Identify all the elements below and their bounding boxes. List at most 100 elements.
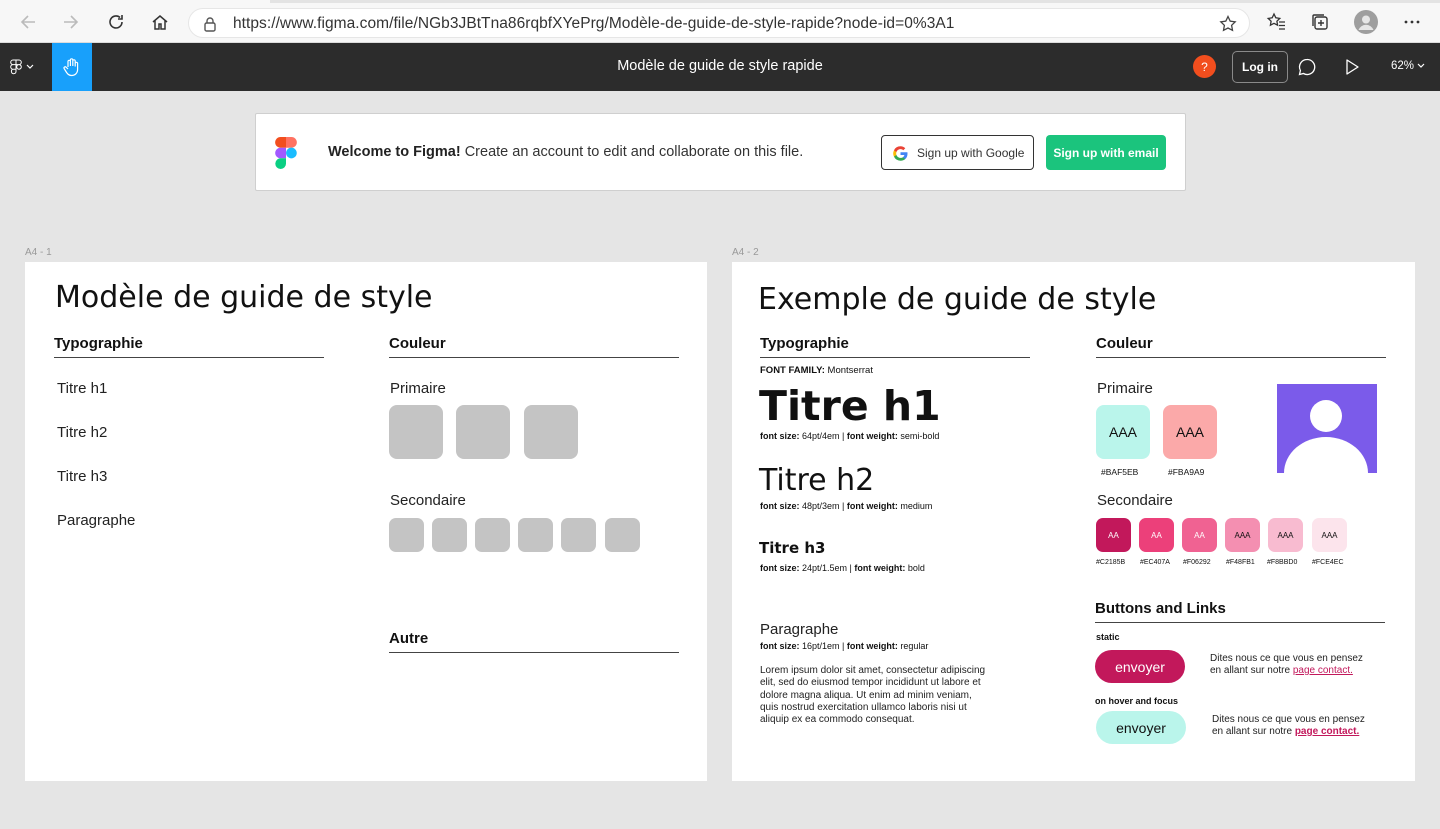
primary-swatch-placeholder <box>524 405 578 459</box>
avatar-icon <box>1354 10 1378 34</box>
hover-label: on hover and focus <box>1095 696 1179 706</box>
secondary-swatch: AA <box>1182 518 1217 552</box>
spec-value: 24pt/1.5em | <box>799 563 855 573</box>
h1-specs: font size: 64pt/4em | font weight: semi-… <box>760 431 939 441</box>
frame-a4-1[interactable]: Modèle de guide de style Typographie Tit… <box>25 262 707 781</box>
collections-button[interactable] <box>1307 9 1333 35</box>
swatch-hex: #EC407A <box>1140 559 1170 566</box>
sign-up-email-button[interactable]: Sign up with email <box>1046 135 1166 170</box>
spec-label: font size: <box>760 501 800 511</box>
spec-value: 16pt/1em | <box>799 641 847 651</box>
file-title: Modèle de guide de style rapide <box>617 58 823 74</box>
favorite-star-icon[interactable] <box>1219 15 1237 33</box>
frame-label-a4-1[interactable]: A4 - 1 <box>25 247 52 258</box>
arrow-left-icon <box>20 15 35 29</box>
secondary-swatch-placeholder <box>389 518 424 552</box>
spec-label: font weight: <box>846 501 898 511</box>
favorites-button[interactable] <box>1263 9 1289 35</box>
link-prefix: en allant sur notre <box>1210 665 1293 676</box>
sample-h1: Titre h1 <box>759 382 941 430</box>
avatar-placeholder <box>1277 384 1377 473</box>
address-bar[interactable]: https://www.figma.com/file/NGb3JBtTna86r… <box>188 8 1250 38</box>
hand-tool-button[interactable] <box>52 43 92 91</box>
frame-a4-2[interactable]: Exemple de guide de style Typographie FO… <box>732 262 1415 781</box>
static-label: static <box>1096 632 1120 642</box>
other-heading: Autre <box>389 630 429 647</box>
sample-link-text-hover: Dites nous ce que vous en pensez en alla… <box>1212 714 1365 738</box>
primary-swatch-placeholder <box>456 405 510 459</box>
swatch-hex: #F8BBD0 <box>1267 559 1298 566</box>
present-button[interactable] <box>1342 57 1362 82</box>
divider <box>54 357 324 358</box>
welcome-text: Create an account to edit and collaborat… <box>460 144 804 160</box>
swatch-hex: #FBA9A9 <box>1168 467 1205 477</box>
spec-value: regular <box>897 641 929 651</box>
divider <box>389 357 679 358</box>
hand-icon <box>63 58 79 77</box>
zoom-menu[interactable]: 62% <box>1391 60 1425 72</box>
lorem-line: dolore magna aliqua. Ut enim ad minim ve… <box>760 689 972 701</box>
home-icon <box>152 15 168 30</box>
link-line: Dites nous ce que vous en pensez <box>1212 714 1365 725</box>
link-line: en allant sur notre page contact. <box>1210 665 1363 677</box>
collections-icon <box>1312 14 1328 30</box>
type-item-h2: Titre h2 <box>57 424 108 441</box>
profile-button[interactable] <box>1353 9 1379 35</box>
forward-button[interactable] <box>58 9 84 35</box>
home-button[interactable] <box>147 9 173 35</box>
divider <box>1096 357 1386 358</box>
figma-logo-icon <box>10 59 22 75</box>
secondary-label: Secondaire <box>1097 492 1173 509</box>
lock-icon <box>204 17 216 32</box>
url-text: https://www.figma.com/file/NGb3JBtTna86r… <box>233 15 955 32</box>
figma-toolbar: Modèle de guide de style rapide ? Log in… <box>0 43 1440 91</box>
sample-button-hover[interactable]: envoyer <box>1096 711 1186 744</box>
type-item-paragraph: Paragraphe <box>57 512 136 529</box>
spec-label: font size: <box>760 563 800 573</box>
zoom-level: 62% <box>1391 60 1415 72</box>
more-horizontal-icon <box>1404 20 1420 24</box>
primary-swatch-placeholder <box>389 405 443 459</box>
swatch-hex: #FCE4EC <box>1312 559 1344 566</box>
sample-paragraph-heading: Paragraphe <box>760 621 839 638</box>
spec-label: font weight: <box>846 641 898 651</box>
sign-up-google-button[interactable]: Sign up with Google <box>881 135 1034 170</box>
comment-button[interactable] <box>1297 57 1317 82</box>
arrow-right-icon <box>64 15 79 29</box>
sample-button-static[interactable]: envoyer <box>1095 650 1185 683</box>
secondary-swatch-placeholder <box>605 518 640 552</box>
spec-value: medium <box>897 501 933 511</box>
active-tab[interactable] <box>0 0 270 3</box>
reload-icon <box>109 15 123 29</box>
primary-label: Primaire <box>390 380 446 397</box>
favorites-icon <box>1266 12 1285 30</box>
comment-icon <box>1298 58 1316 76</box>
spec-label: font size: <box>760 641 800 651</box>
swatch-hex: #C2185B <box>1096 559 1126 566</box>
help-button[interactable]: ? <box>1193 55 1216 78</box>
more-menu-button[interactable] <box>1399 9 1425 35</box>
typography-heading: Typographie <box>760 335 849 352</box>
main-menu-button[interactable] <box>10 58 42 76</box>
spec-value: 48pt/3em | <box>799 501 847 511</box>
secondary-swatch: AAA <box>1268 518 1303 552</box>
paragraph-specs: font size: 16pt/1em | font weight: regul… <box>760 641 928 651</box>
divider <box>760 357 1030 358</box>
back-button[interactable] <box>15 9 41 35</box>
h2-specs: font size: 48pt/3em | font weight: mediu… <box>760 501 932 511</box>
spec-value: 64pt/4em | <box>799 431 847 441</box>
secondary-swatch: AAA <box>1312 518 1347 552</box>
swatch-hex: #F48FB1 <box>1226 559 1255 566</box>
reload-button[interactable] <box>103 9 129 35</box>
lorem-paragraph: Lorem ipsum dolor sit amet, consectetur … <box>760 665 985 726</box>
welcome-bold: Welcome to Figma! <box>328 144 461 160</box>
primary-label: Primaire <box>1097 380 1153 397</box>
google-icon <box>893 146 908 161</box>
spec-label: font weight: <box>846 431 898 441</box>
spec-value: semi-bold <box>897 431 940 441</box>
sample-link-text-static: Dites nous ce que vous en pensez en alla… <box>1210 653 1363 677</box>
page-contact-link[interactable]: page contact. <box>1293 665 1353 676</box>
log-in-button[interactable]: Log in <box>1232 51 1288 83</box>
frame-label-a4-2[interactable]: A4 - 2 <box>732 247 759 258</box>
page-contact-link-hover[interactable]: page contact. <box>1295 726 1359 737</box>
